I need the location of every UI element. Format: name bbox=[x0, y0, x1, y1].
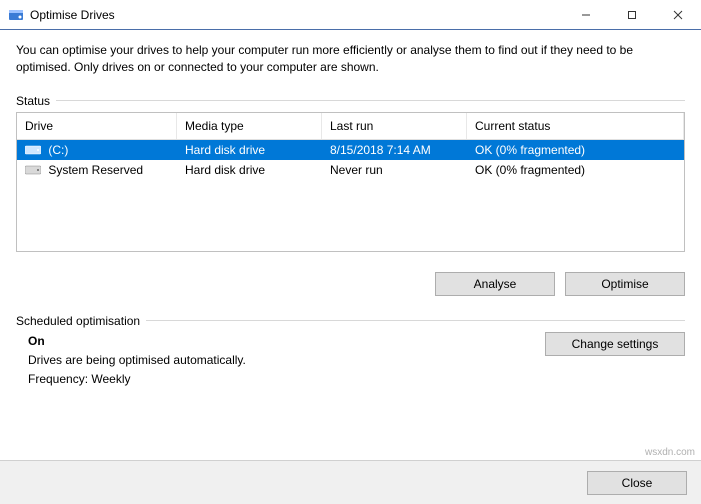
drive-status: OK (0% fragmented) bbox=[467, 143, 684, 157]
drive-media: Hard disk drive bbox=[177, 143, 322, 157]
drive-list: Drive Media type Last run Current status… bbox=[16, 112, 685, 252]
drive-media: Hard disk drive bbox=[177, 163, 322, 177]
window-controls bbox=[563, 0, 701, 29]
col-header-drive[interactable]: Drive bbox=[17, 113, 177, 139]
col-header-last[interactable]: Last run bbox=[322, 113, 467, 139]
drive-icon bbox=[25, 164, 41, 176]
status-group: Status bbox=[16, 94, 685, 108]
drive-name: (C:) bbox=[48, 143, 68, 157]
scheduled-body: On Drives are being optimised automatica… bbox=[16, 332, 685, 390]
titlebar: Optimise Drives bbox=[0, 0, 701, 30]
watermark: wsxdn.com bbox=[645, 447, 695, 458]
drive-name: System Reserved bbox=[48, 163, 143, 177]
col-header-media[interactable]: Media type bbox=[177, 113, 322, 139]
optimise-button[interactable]: Optimise bbox=[565, 272, 685, 296]
scheduled-frequency: Frequency: Weekly bbox=[28, 370, 545, 389]
scheduled-desc: Drives are being optimised automatically… bbox=[28, 351, 545, 370]
maximize-button[interactable] bbox=[609, 0, 655, 29]
footer: Close bbox=[0, 460, 701, 504]
close-button[interactable]: Close bbox=[587, 471, 687, 495]
scheduled-group: Scheduled optimisation bbox=[16, 314, 685, 328]
drive-last-run: 8/15/2018 7:14 AM bbox=[322, 143, 467, 157]
scheduled-text: On Drives are being optimised automatica… bbox=[28, 332, 545, 390]
action-buttons: Analyse Optimise bbox=[16, 272, 685, 296]
drive-status: OK (0% fragmented) bbox=[467, 163, 684, 177]
minimize-button[interactable] bbox=[563, 0, 609, 29]
col-header-status[interactable]: Current status bbox=[467, 113, 684, 139]
app-icon bbox=[8, 7, 24, 23]
scheduled-state: On bbox=[28, 332, 545, 351]
drive-icon bbox=[25, 144, 41, 156]
analyse-button[interactable]: Analyse bbox=[435, 272, 555, 296]
status-label: Status bbox=[16, 94, 50, 108]
drive-list-header: Drive Media type Last run Current status bbox=[17, 113, 684, 140]
drive-row[interactable]: System Reserved Hard disk drive Never ru… bbox=[17, 160, 684, 180]
drive-last-run: Never run bbox=[322, 163, 467, 177]
window-title: Optimise Drives bbox=[30, 8, 563, 22]
intro-text: You can optimise your drives to help you… bbox=[16, 42, 685, 76]
close-window-button[interactable] bbox=[655, 0, 701, 29]
scheduled-label: Scheduled optimisation bbox=[16, 314, 140, 328]
content-area: You can optimise your drives to help you… bbox=[0, 30, 701, 389]
drive-row[interactable]: (C:) Hard disk drive 8/15/2018 7:14 AM O… bbox=[17, 140, 684, 160]
change-settings-button[interactable]: Change settings bbox=[545, 332, 685, 356]
